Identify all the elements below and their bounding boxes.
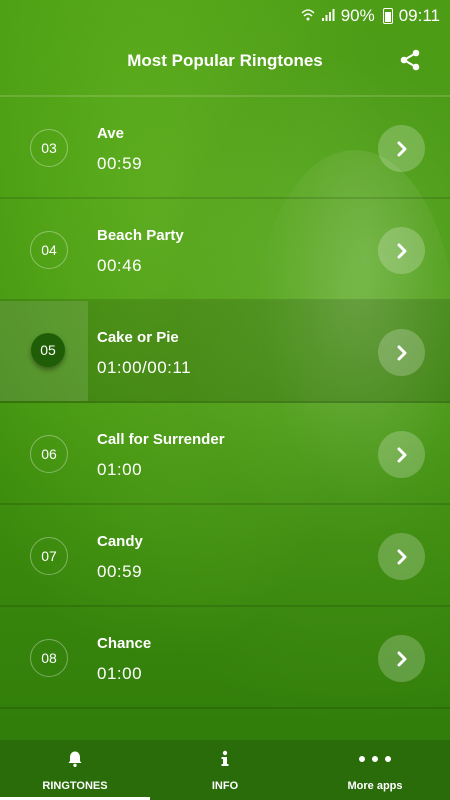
bottom-navigation: RINGTONES INFO More apps <box>0 740 450 800</box>
track-number[interactable]: 07 <box>30 537 68 575</box>
ringtone-row[interactable]: 08 Chance 01:00 <box>0 607 450 709</box>
ringtone-name: Chance <box>97 635 152 652</box>
ringtone-duration: 01:00 <box>97 460 143 479</box>
ringtone-duration: 01:00 <box>97 664 143 683</box>
ringtone-row-playing[interactable]: 05 Cake or Pie 01:00/00:11 <box>0 301 450 403</box>
ringtone-name: Beach Party <box>97 227 184 244</box>
track-number[interactable]: 03 <box>30 129 68 167</box>
ringtone-row[interactable]: 07 Candy 00:59 <box>0 505 450 607</box>
track-number[interactable]: 04 <box>30 231 68 269</box>
tab-more-apps[interactable]: More apps <box>300 740 450 800</box>
track-number-playing[interactable]: 05 <box>31 333 65 367</box>
tab-more-apps-label: More apps <box>347 780 403 792</box>
track-number[interactable]: 08 <box>30 639 68 677</box>
app-bar: Most Popular Ringtones <box>0 32 450 90</box>
ringtone-name: Candy <box>97 533 143 550</box>
battery-icon <box>382 8 393 24</box>
open-ringtone-button[interactable] <box>378 635 425 682</box>
bell-icon <box>66 748 84 770</box>
ringtone-row[interactable]: 04 Beach Party 00:46 <box>0 199 450 301</box>
ringtone-name: Call for Surrender <box>97 431 225 448</box>
wifi-icon <box>301 8 315 25</box>
ringtone-row[interactable]: 06 Call for Surrender 01:00 <box>0 403 450 505</box>
ringtone-duration: 01:00/00:11 <box>97 358 192 377</box>
battery-percent: 90% <box>340 6 375 25</box>
info-icon <box>220 748 230 770</box>
share-button[interactable] <box>398 48 424 74</box>
status-bar: 90% 09:11 <box>0 0 450 32</box>
signal-icon <box>321 8 335 25</box>
ringtone-name: Cake or Pie <box>97 329 179 346</box>
more-dots-icon <box>358 748 392 770</box>
open-ringtone-button[interactable] <box>378 227 425 274</box>
tab-info-label: INFO <box>211 780 239 792</box>
page-title: Most Popular Ringtones <box>127 51 323 70</box>
clock: 09:11 <box>398 6 440 25</box>
tab-ringtones-label: RINGTONES <box>42 780 108 792</box>
open-ringtone-button[interactable] <box>378 431 425 478</box>
ringtone-name: Ave <box>97 125 124 142</box>
tab-ringtones[interactable]: RINGTONES <box>0 740 150 800</box>
ringtone-list: 03 Ave 00:59 04 Beach Party 00:46 05 Cak… <box>0 97 450 709</box>
open-ringtone-button[interactable] <box>378 533 425 580</box>
chevron-right-icon <box>397 447 406 462</box>
chevron-right-icon <box>397 651 406 666</box>
tab-info[interactable]: INFO <box>150 740 300 800</box>
ringtone-duration: 00:59 <box>97 562 143 581</box>
ringtone-duration: 00:59 <box>97 154 143 173</box>
chevron-right-icon <box>397 141 406 156</box>
open-ringtone-button[interactable] <box>378 329 425 376</box>
chevron-right-icon <box>397 243 406 258</box>
share-icon <box>400 49 420 71</box>
chevron-right-icon <box>397 549 406 564</box>
ringtone-row[interactable]: 03 Ave 00:59 <box>0 97 450 199</box>
ringtone-duration: 00:46 <box>97 256 143 275</box>
track-number[interactable]: 06 <box>30 435 68 473</box>
open-ringtone-button[interactable] <box>378 125 425 172</box>
chevron-right-icon <box>397 345 406 360</box>
